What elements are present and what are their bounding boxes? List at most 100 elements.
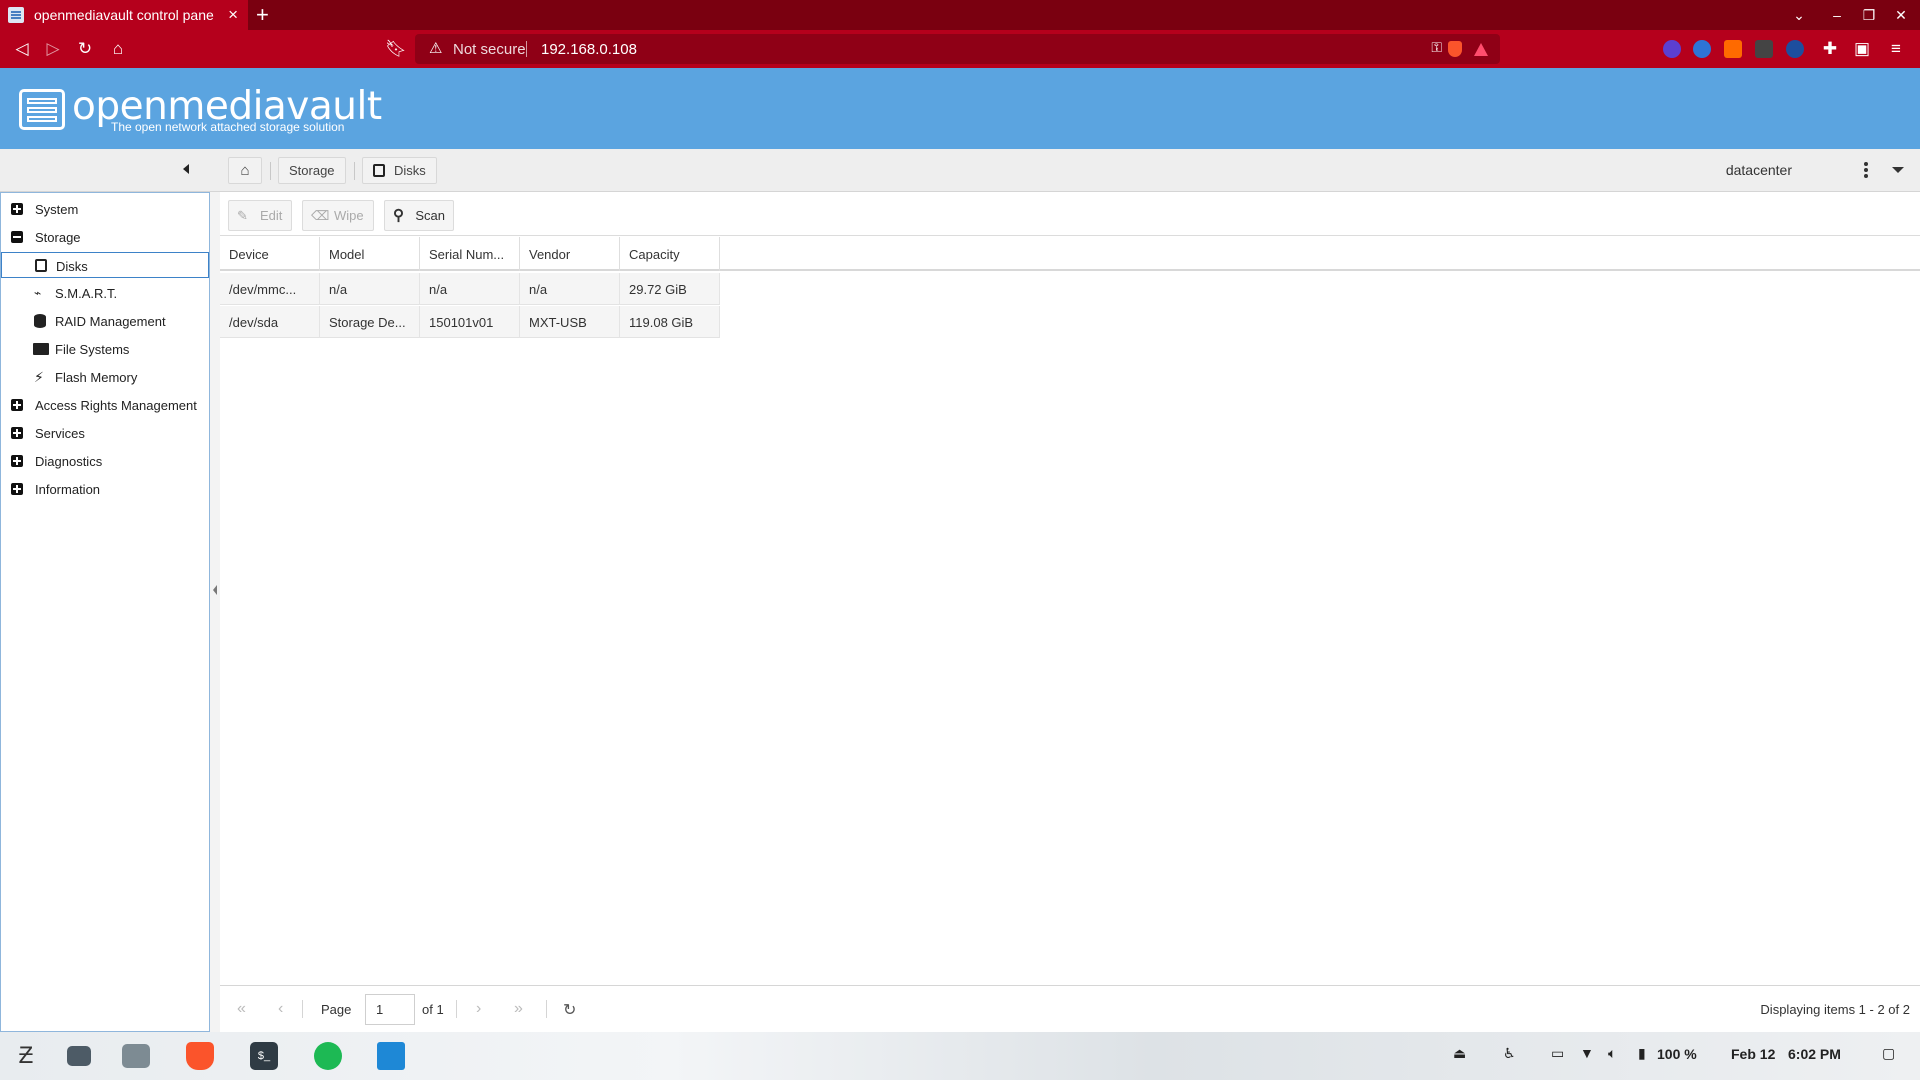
volume-icon[interactable]: 🔈︎ (1608, 1045, 1616, 1062)
sidebar-item-label: Flash Memory (55, 370, 138, 385)
address-bar[interactable]: ⚠ Not secure 192.168.0.108 ⚿ (415, 34, 1500, 64)
column-header-capacity[interactable]: Capacity (620, 237, 720, 271)
minimize-icon[interactable]: – (1822, 0, 1852, 30)
vscode-icon[interactable] (377, 1042, 405, 1070)
time[interactable]: 6:02 PM (1788, 1046, 1841, 1062)
brave-browser-icon[interactable] (186, 1042, 214, 1070)
page-number-input[interactable] (365, 994, 415, 1025)
table-row[interactable]: /dev/sda Storage De... 150101v01 MXT-USB… (220, 306, 720, 338)
column-header-device[interactable]: Device (220, 237, 320, 271)
sidebar-item-access-rights[interactable]: Access Rights Management (1, 392, 209, 418)
collapse-sidebar-icon[interactable] (182, 161, 192, 177)
tab-close-icon[interactable]: × (228, 5, 238, 25)
pulse-icon: ⌁ (34, 286, 42, 300)
previous-page-icon[interactable]: ‹ (278, 1000, 283, 1018)
back-icon[interactable]: ◁ (10, 37, 34, 61)
sidebar-item-services[interactable]: Services (1, 420, 209, 446)
last-page-icon[interactable]: » (514, 1000, 523, 1018)
extension-icon[interactable] (1663, 40, 1681, 58)
breadcrumb-storage[interactable]: Storage (278, 157, 346, 184)
omv-logo-icon (19, 89, 65, 130)
column-header-vendor[interactable]: Vendor (520, 237, 620, 271)
battery-icon[interactable]: ▮ (1638, 1045, 1646, 1062)
extension-icon[interactable] (1786, 40, 1804, 58)
brave-rewards-icon[interactable] (1474, 43, 1488, 56)
wipe-button[interactable]: ⌫ Wipe (302, 200, 374, 231)
tab-list-chevron-icon[interactable]: ⌄ (1784, 0, 1814, 30)
app-header: openmediavault The open network attached… (0, 68, 1920, 149)
sidebar-item-system[interactable]: System (1, 196, 209, 222)
folders-icon (33, 343, 49, 355)
new-tab-icon[interactable]: + (256, 3, 269, 27)
workspaces-icon[interactable] (67, 1046, 91, 1066)
breadcrumb-disks-label: Disks (394, 163, 426, 178)
search-icon: ⚲ (393, 206, 404, 224)
sidebar-item-information[interactable]: Information (1, 476, 209, 502)
user-menu-button[interactable] (1884, 154, 1912, 186)
breadcrumb-divider (270, 162, 271, 180)
table-row[interactable]: /dev/mmc... n/a n/a n/a 29.72 GiB (220, 273, 720, 305)
extensions-puzzle-icon[interactable]: ✚ (1818, 37, 1842, 61)
sidebar-item-label: Access Rights Management (35, 398, 197, 413)
breadcrumb-disks[interactable]: Disks (362, 157, 437, 184)
scan-button[interactable]: ⚲ Scan (384, 200, 454, 231)
next-page-icon[interactable]: › (476, 1000, 481, 1018)
extension-icon[interactable] (1755, 40, 1773, 58)
sidebar-item-flash-memory[interactable]: ⚡︎ Flash Memory (1, 364, 209, 390)
maximize-icon[interactable]: ❐ (1854, 0, 1884, 30)
breadcrumb-home[interactable]: ⌂ (228, 157, 262, 184)
accessibility-icon[interactable]: ♿︎ (1503, 1045, 1516, 1062)
files-icon[interactable] (122, 1044, 150, 1068)
sidebar-item-raid[interactable]: RAID Management (1, 308, 209, 334)
sidebar-splitter[interactable] (210, 192, 220, 1032)
sidebar-item-file-systems[interactable]: File Systems (1, 336, 209, 362)
more-options-button[interactable] (1852, 154, 1880, 186)
tab-title: openmediavault control pane (34, 7, 214, 23)
notifications-icon[interactable]: ▢ (1882, 1045, 1895, 1062)
sidebar-item-label: S.M.A.R.T. (55, 286, 118, 301)
extension-icon[interactable] (1724, 40, 1742, 58)
display-icon[interactable]: ▭ (1551, 1045, 1564, 1062)
terminal-icon[interactable]: $_ (250, 1042, 278, 1070)
home-icon[interactable]: ⌂ (106, 37, 130, 61)
first-page-icon[interactable]: « (237, 1000, 246, 1018)
sidebar-item-diagnostics[interactable]: Diagnostics (1, 448, 209, 474)
expand-icon[interactable] (11, 483, 23, 495)
edit-button[interactable]: ✎ Edit (228, 200, 292, 231)
expand-icon[interactable] (11, 399, 23, 411)
zorin-menu-icon[interactable]: Ƶ (12, 1042, 40, 1070)
sidebar-item-disks[interactable]: Disks (1, 252, 209, 278)
browser-menu-icon[interactable]: ≡ (1884, 37, 1908, 61)
extension-icon[interactable] (1693, 40, 1711, 58)
date[interactable]: Feb 12 (1731, 1046, 1775, 1062)
sidebar-item-storage[interactable]: Storage (1, 224, 209, 250)
wallet-icon[interactable]: ▣ (1850, 37, 1874, 61)
bookmark-icon[interactable]: 🔖︎ (384, 37, 408, 61)
key-icon[interactable]: ⚿ (1431, 39, 1442, 56)
wipe-button-label: Wipe (334, 208, 364, 223)
forward-icon[interactable]: ▷ (41, 37, 65, 61)
wifi-icon[interactable]: ▼ (1580, 1045, 1594, 1061)
eject-icon[interactable]: ⏏ (1453, 1045, 1466, 1062)
reload-icon[interactable]: ↻ (73, 37, 97, 61)
spotify-icon[interactable] (314, 1042, 342, 1070)
brave-shields-icon[interactable] (1448, 41, 1462, 57)
column-header-model[interactable]: Model (320, 237, 420, 271)
battery-percentage: 100 % (1657, 1046, 1697, 1062)
username[interactable]: datacenter (1726, 162, 1792, 178)
pager-divider (302, 1000, 303, 1018)
column-header-serial[interactable]: Serial Num... (420, 237, 520, 271)
url-text[interactable]: 192.168.0.108 (541, 41, 637, 58)
refresh-icon[interactable]: ↻ (563, 1000, 576, 1020)
expand-icon[interactable] (11, 427, 23, 439)
window-close-icon[interactable]: ✕ (1886, 0, 1916, 30)
table-cell: n/a (320, 273, 420, 305)
sidebar-item-smart[interactable]: ⌁ S.M.A.R.T. (1, 280, 209, 306)
browser-tab[interactable]: openmediavault control pane × (0, 0, 248, 30)
expand-icon[interactable] (11, 203, 23, 215)
expand-icon[interactable] (11, 455, 23, 467)
security-label[interactable]: Not secure (453, 41, 526, 58)
pagination-bar: « ‹ Page of 1 › » ↻ Displaying items 1 -… (220, 985, 1920, 1032)
collapse-icon[interactable] (11, 231, 23, 243)
breadcrumb-divider (354, 162, 355, 180)
